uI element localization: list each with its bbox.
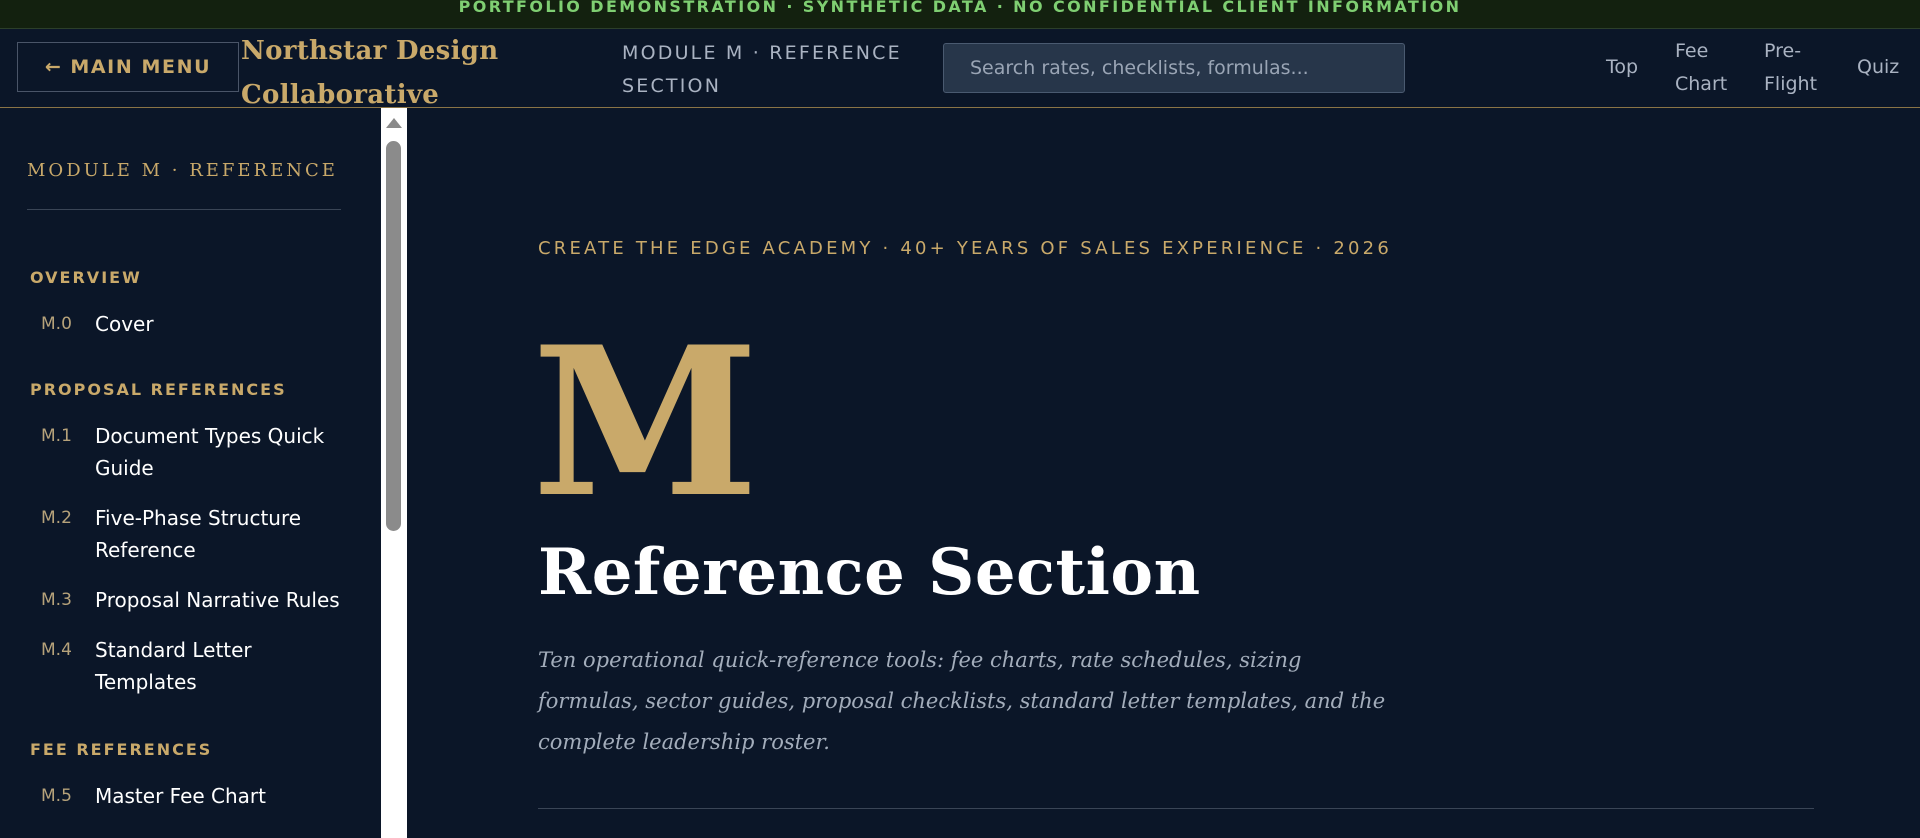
banner-text: PORTFOLIO DEMONSTRATION · SYNTHETIC DATA…: [458, 0, 1462, 16]
nav-link-pre-flight[interactable]: Pre- Flight: [1764, 35, 1817, 101]
sidebar-divider: [27, 209, 341, 210]
sidebar-item-number: M.0: [41, 314, 72, 334]
nav-link-preflight-line-2: Flight: [1764, 73, 1818, 95]
main-content: CREATE THE EDGE ACADEMY · 40+ YEARS OF S…: [408, 108, 1920, 838]
sidebar-item-number: M.3: [41, 590, 72, 610]
nav-link-fee-line-2: Chart: [1675, 73, 1728, 95]
nav-link-fee-chart[interactable]: Fee Chart: [1675, 35, 1727, 101]
sidebar-item-number: M.1: [41, 426, 72, 446]
content-divider: [538, 808, 1814, 809]
module-label-line-2: SECTION: [622, 75, 722, 97]
top-navigation-bar: ← MAIN MENU Northstar Design Collaborati…: [0, 29, 1920, 110]
sidebar-item-label: Five-Phase Structure Reference: [95, 506, 302, 562]
sidebar-item-label: Cover: [95, 312, 154, 336]
sidebar-title: MODULE M · REFERENCE: [27, 160, 338, 181]
search-input[interactable]: [943, 43, 1405, 93]
arrow-left-icon: ←: [44, 56, 63, 78]
sidebar-group-fee-references: FEE REFERENCES: [30, 740, 213, 759]
sidebar-scrollbar[interactable]: [381, 108, 407, 838]
sidebar-item-label: Standard Letter Templates: [95, 638, 252, 694]
module-label: MODULE M · REFERENCE SECTION: [622, 37, 942, 103]
demo-banner: PORTFOLIO DEMONSTRATION · SYNTHETIC DATA…: [0, 0, 1920, 29]
scroll-up-arrow-icon[interactable]: [386, 118, 402, 128]
sidebar-item-number: M.4: [41, 640, 72, 660]
sidebar-item-label: Proposal Narrative Rules: [95, 588, 340, 612]
main-menu-label: MAIN MENU: [70, 56, 212, 78]
main-menu-button[interactable]: ← MAIN MENU: [17, 42, 239, 92]
module-letter: M: [532, 303, 759, 543]
intro-paragraph: Ten operational quick-reference tools: f…: [538, 648, 1386, 754]
eyebrow-text: CREATE THE EDGE ACADEMY · 40+ YEARS OF S…: [538, 238, 1392, 259]
nav-link-quiz[interactable]: Quiz: [1857, 51, 1899, 84]
module-label-line-1: MODULE M · REFERENCE: [622, 42, 902, 64]
sidebar-group-overview: OVERVIEW: [30, 268, 142, 287]
nav-link-fee-line-1: Fee: [1675, 40, 1709, 62]
sidebar-item-label: Document Types Quick Guide: [95, 424, 325, 480]
scrollbar-thumb[interactable]: [386, 141, 401, 531]
sidebar-group-proposal-references: PROPOSAL REFERENCES: [30, 380, 287, 399]
sidebar-item-number: M.5: [41, 786, 72, 806]
nav-link-preflight-line-1: Pre-: [1764, 40, 1802, 62]
nav-link-top[interactable]: Top: [1606, 51, 1638, 84]
brand-name[interactable]: Northstar Design Collaborative: [241, 29, 531, 117]
sidebar-item-label: Master Fee Chart: [95, 784, 266, 808]
sidebar-item-number: M.2: [41, 508, 72, 528]
sidebar: MODULE M · REFERENCE OVERVIEW M.0 Cover …: [0, 108, 380, 838]
brand-line-1: Northstar Design: [241, 36, 499, 66]
page-title: Reference Section: [538, 535, 1201, 610]
